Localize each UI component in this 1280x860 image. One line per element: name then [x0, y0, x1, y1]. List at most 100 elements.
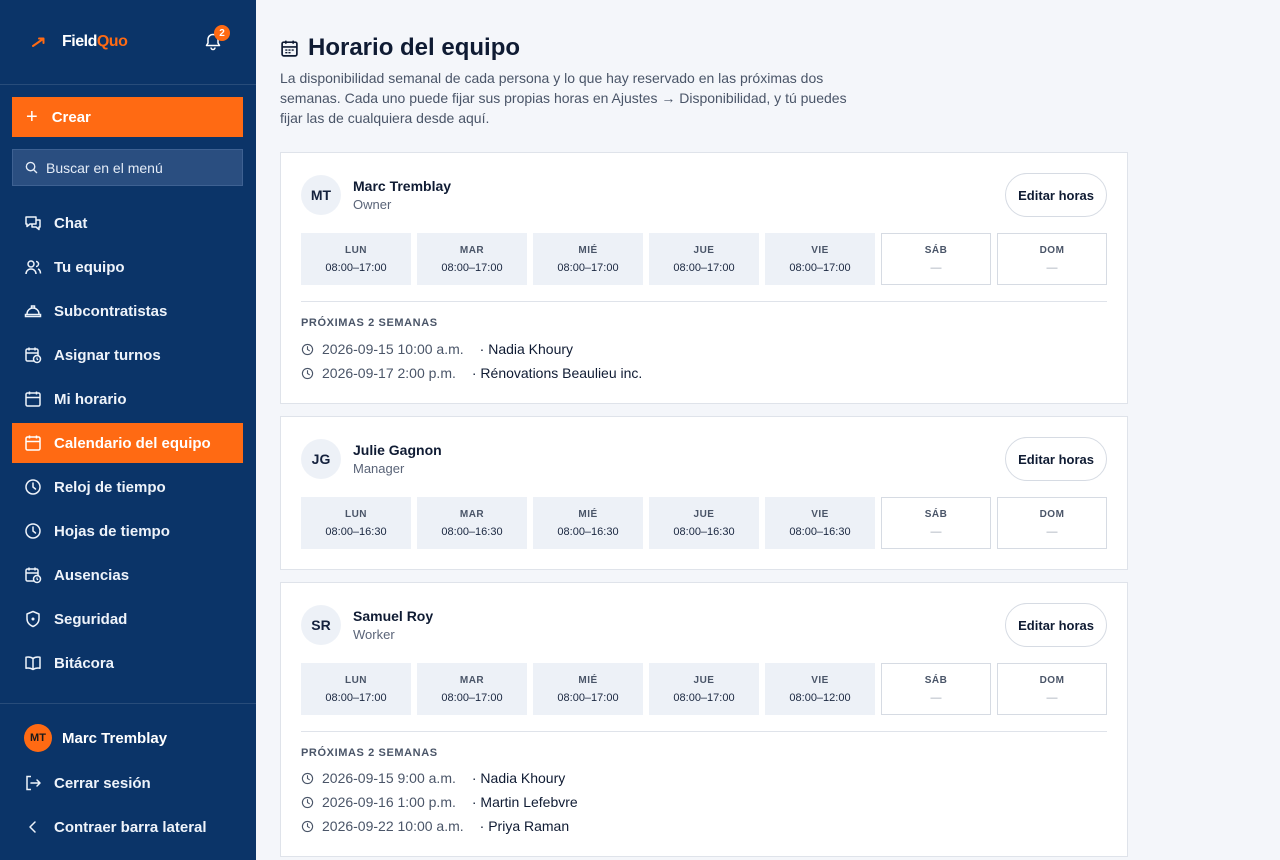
avatar: JG	[301, 439, 341, 479]
create-button[interactable]: + Crear	[12, 97, 243, 137]
clock-icon	[301, 772, 314, 784]
search-icon	[25, 161, 38, 174]
person-card-header: JG Julie Gagnon Manager Editar horas	[301, 437, 1107, 481]
booking-datetime: 2026-09-15 9:00 a.m.	[322, 770, 456, 786]
sidebar-item-label: Chat	[54, 214, 88, 232]
day-hours: 08:00–17:00	[673, 691, 735, 704]
booking-item: 2026-09-17 2:00 p.m. · Rénovations Beaul…	[301, 365, 642, 381]
day-hours: 08:00–17:00	[557, 261, 619, 274]
day-hours: 08:00–17:00	[325, 691, 387, 704]
day-cell: LUN 08:00–17:00	[301, 663, 411, 715]
booking-datetime: 2026-09-15 10:00 a.m.	[322, 341, 464, 357]
sidebar-item-assign-shifts[interactable]: Asignar turnos	[12, 335, 243, 375]
day-cell: JUE 08:00–17:00	[649, 663, 759, 715]
day-hours: 08:00–12:00	[789, 691, 851, 704]
weekly-availability: LUN 08:00–17:00 MAR 08:00–17:00 MIÉ 08:00–1…	[301, 233, 1113, 285]
sidebar-item-time-clock[interactable]: Reloj de tiempo	[12, 467, 243, 507]
person-card: SR Samuel Roy Worker Editar horas LUN 08:…	[280, 582, 1128, 857]
sidebar-item-team-calendar[interactable]: Calendario del equipo	[12, 423, 243, 463]
booking-item: 2026-09-16 1:00 p.m. · Martin Lefebvre	[301, 794, 578, 810]
sidebar-item-my-schedule[interactable]: Mi horario	[12, 379, 243, 419]
sidebar-item-label: Reloj de tiempo	[54, 478, 166, 496]
person-role: Owner	[353, 197, 392, 212]
day-cell: JUE 08:00–17:00	[649, 233, 759, 285]
person-card-header: SR Samuel Roy Worker Editar horas	[301, 603, 1107, 647]
day-name: SÁB	[924, 674, 948, 686]
day-cell: MIÉ 08:00–16:30	[533, 497, 643, 549]
day-name: JUE	[693, 508, 715, 520]
day-cell: SÁB —	[881, 663, 991, 715]
team-icon	[25, 260, 42, 275]
weekly-availability: LUN 08:00–16:30 MAR 08:00–16:30 MIÉ 08:00–1…	[301, 497, 1113, 549]
sidebar: FieldQuo 2 + Crear Buscar en el menú Cha…	[0, 0, 256, 860]
sidebar-item-safety[interactable]: Seguridad	[12, 599, 243, 639]
person-name: Julie Gagnon	[353, 442, 442, 458]
collapse-sidebar-button[interactable]: Contraer barra lateral	[24, 818, 207, 836]
day-hours: 08:00–17:00	[557, 691, 619, 704]
day-name: JUE	[693, 244, 715, 256]
upcoming-title: PRÓXIMAS 2 SEMANAS	[301, 317, 438, 329]
booking-client: · Rénovations Beaulieu inc.	[471, 365, 643, 381]
logout-label: Cerrar sesión	[54, 774, 151, 792]
sidebar-item-logbook[interactable]: Bitácora	[12, 643, 243, 683]
clock-icon	[301, 343, 314, 355]
day-cell: SÁB —	[881, 497, 991, 549]
calendar-icon	[25, 435, 41, 451]
sidebar-item-subcontractors[interactable]: Subcontratistas	[12, 291, 243, 331]
logo[interactable]: FieldQuo	[30, 33, 128, 51]
sidebar-item-label: Mi horario	[54, 390, 127, 408]
booking-item: 2026-09-22 10:00 a.m. · Priya Raman	[301, 818, 569, 834]
day-name: LUN	[344, 244, 368, 256]
day-name: DOM	[1039, 674, 1065, 686]
chat-icon	[25, 216, 41, 231]
day-cell: JUE 08:00–16:30	[649, 497, 759, 549]
booking-datetime: 2026-09-22 10:00 a.m.	[322, 818, 464, 834]
avatar: MT	[301, 175, 341, 215]
sidebar-item-label: Seguridad	[54, 610, 128, 628]
sidebar-item-team[interactable]: Tu equipo	[12, 247, 243, 287]
day-hours: 08:00–17:00	[441, 261, 503, 274]
day-name: VIE	[811, 508, 829, 520]
day-cell: DOM —	[997, 497, 1107, 549]
day-cell: MAR 08:00–16:30	[417, 497, 527, 549]
sidebar-menu: Chat Tu equipo Subcontratistas Asignar t…	[12, 203, 243, 687]
user-name: Marc Tremblay	[62, 729, 168, 747]
day-hours: —	[1046, 525, 1058, 538]
sidebar-item-chat[interactable]: Chat	[12, 203, 243, 243]
booking-client: · Priya Raman	[479, 818, 570, 834]
page-description: La disponibilidad semanal de cada person…	[280, 70, 847, 126]
menu-search-input[interactable]: Buscar en el menú	[12, 149, 243, 186]
day-hours: 08:00–17:00	[789, 261, 851, 274]
booking-item: 2026-09-15 9:00 a.m. · Nadia Khoury	[301, 770, 565, 786]
day-hours: —	[930, 261, 942, 274]
day-name: SÁB	[924, 508, 948, 520]
person-card: JG Julie Gagnon Manager Editar horas LUN…	[280, 416, 1128, 570]
booking-client: · Nadia Khoury	[471, 770, 566, 786]
day-cell: MIÉ 08:00–17:00	[533, 663, 643, 715]
day-name: VIE	[811, 674, 829, 686]
sidebar-item-absences[interactable]: Ausencias	[12, 555, 243, 595]
page-title-text: Horario del equipo	[308, 34, 521, 61]
day-name: LUN	[344, 674, 368, 686]
sidebar-item-label: Hojas de tiempo	[54, 522, 170, 540]
person-role: Worker	[353, 627, 395, 642]
booking-client: · Nadia Khoury	[479, 341, 574, 357]
day-cell: DOM —	[997, 663, 1107, 715]
clock-icon	[301, 820, 314, 832]
user-profile[interactable]: MT Marc Tremblay	[24, 724, 167, 752]
sidebar-item-timesheets[interactable]: Hojas de tiempo	[12, 511, 243, 551]
day-name: VIE	[811, 244, 829, 256]
person-role: Manager	[353, 461, 405, 476]
calendar-icon	[281, 40, 298, 57]
edit-hours-button[interactable]: Editar horas	[1005, 437, 1107, 481]
day-hours: —	[1046, 691, 1058, 704]
logout-button[interactable]: Cerrar sesión	[24, 774, 151, 792]
sidebar-item-label: Bitácora	[54, 654, 115, 672]
booking-client: · Martin Lefebvre	[471, 794, 578, 810]
calendar-clock-icon	[25, 567, 42, 584]
plus-icon: +	[26, 106, 38, 128]
hard-hat-icon	[24, 305, 42, 318]
day-name: MIÉ	[578, 674, 598, 686]
edit-hours-button[interactable]: Editar horas	[1005, 173, 1107, 217]
edit-hours-button[interactable]: Editar horas	[1005, 603, 1107, 647]
